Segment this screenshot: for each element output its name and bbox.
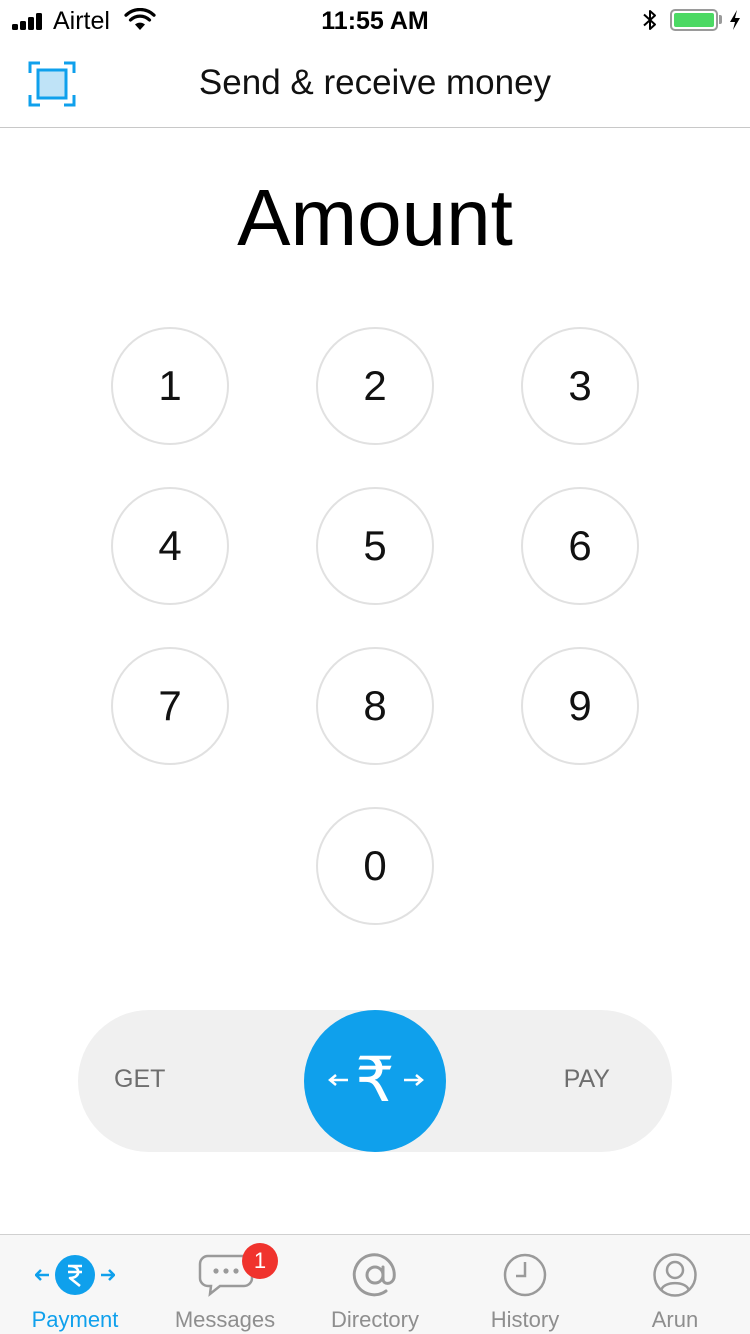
key-7[interactable]: 7 (111, 647, 229, 765)
key-3[interactable]: 3 (521, 327, 639, 445)
tab-label-payment: Payment (31, 1307, 119, 1332)
key-5[interactable]: 5 (316, 487, 434, 605)
key-0[interactable]: 0 (316, 807, 434, 925)
pay-label: PAY (563, 1065, 610, 1093)
battery-icon (670, 9, 718, 31)
tab-label-directory: Directory (330, 1307, 419, 1332)
bluetooth-icon (643, 10, 656, 30)
tab-bar: Payment Messages Directory History Arun (0, 1234, 750, 1334)
tab-profile[interactable]: Arun (600, 1235, 750, 1334)
nav-header: Send & receive money (0, 40, 750, 128)
key-9[interactable]: 9 (521, 647, 639, 765)
clock-icon (503, 1253, 547, 1297)
tab-payment[interactable]: Payment (0, 1235, 150, 1334)
tab-messages[interactable]: Messages (150, 1235, 300, 1334)
messages-badge: 1 (242, 1243, 278, 1279)
tab-label-history: History (490, 1307, 560, 1332)
carrier-name: Airtel (53, 7, 110, 35)
amount-display: Amount (237, 173, 513, 262)
tab-label-messages: Messages (174, 1307, 276, 1332)
tab-label-profile: Arun (651, 1307, 699, 1332)
key-4[interactable]: 4 (111, 487, 229, 605)
key-1[interactable]: 1 (111, 327, 229, 445)
get-label: GET (114, 1065, 166, 1093)
battery-level (674, 13, 714, 27)
tab-directory[interactable]: Directory (300, 1235, 450, 1334)
arrow-right-icon (404, 1074, 424, 1086)
page-title: Send & receive money (198, 63, 552, 102)
status-bar: Airtel 11:55 AM (0, 0, 750, 40)
key-6[interactable]: 6 (521, 487, 639, 605)
get-pay-slider[interactable]: GET PAY ₹ (78, 1010, 672, 1152)
slider-knob[interactable]: ₹ (304, 1010, 446, 1152)
signal-strength-icon (12, 12, 48, 30)
key-2[interactable]: 2 (316, 327, 434, 445)
status-time: 11:55 AM (321, 7, 429, 35)
charging-bolt-icon (730, 10, 740, 30)
key-8[interactable]: 8 (316, 647, 434, 765)
wifi-icon (124, 8, 156, 30)
battery-cap (719, 15, 722, 24)
at-sign-icon (352, 1253, 396, 1297)
tab-history[interactable]: History (450, 1235, 600, 1334)
rupee-exchange-icon (35, 1255, 115, 1295)
profile-icon (653, 1253, 697, 1297)
